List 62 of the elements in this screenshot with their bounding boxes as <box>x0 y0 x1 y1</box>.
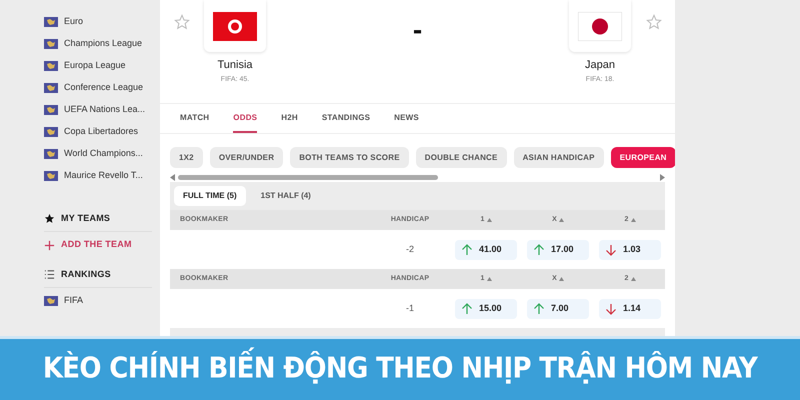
market-chip[interactable]: BOTH TEAMS TO SCORE <box>290 147 409 168</box>
sidebar-item[interactable]: FIFA <box>64 294 84 308</box>
sidebar-item[interactable]: Europa League <box>64 59 126 73</box>
sidebar-item[interactable]: UEFA Nations Lea... <box>64 103 146 117</box>
team-name: Japan <box>585 58 615 73</box>
section-title: RANKINGS <box>61 268 111 281</box>
team-name: Tunisia <box>217 58 253 73</box>
tab[interactable]: STANDINGS <box>322 104 370 133</box>
tab[interactable]: H2H <box>281 104 298 133</box>
league-flag-icon <box>44 39 58 49</box>
market-chip[interactable]: 1X2 <box>170 147 203 168</box>
odds-button[interactable]: 41.00 <box>455 240 517 260</box>
market-chip[interactable]: EUROPEAN <box>610 147 675 168</box>
handicap-value: -2 <box>406 242 414 256</box>
market-chip[interactable]: ASIAN HANDICAP <box>514 147 604 168</box>
market-chip[interactable]: OVER/UNDER <box>210 147 284 168</box>
star-icon[interactable] <box>174 14 190 30</box>
sort-icon <box>558 218 564 222</box>
tab[interactable]: NEWS <box>394 104 419 133</box>
tab[interactable]: MATCH <box>180 104 210 133</box>
star-icon[interactable] <box>646 14 662 30</box>
section-title: MY TEAMS <box>61 212 110 225</box>
league-flag-icon <box>44 127 58 137</box>
league-flag-icon <box>44 171 58 181</box>
scrollbar-thumb[interactable] <box>178 174 438 180</box>
sidebar-item[interactable]: Champions League <box>64 37 142 51</box>
tab[interactable]: ODDS <box>233 104 258 133</box>
list-icon <box>44 269 55 280</box>
sort-icon <box>630 277 636 281</box>
league-flag-icon <box>44 149 58 159</box>
period-tab[interactable]: 1ST HALF (4) <box>252 186 320 206</box>
league-flag-icon <box>44 83 58 93</box>
scroll-right-icon[interactable] <box>660 174 665 180</box>
odds-button[interactable]: 1.14 <box>599 298 661 318</box>
sidebar-item[interactable]: Maurice Revello T... <box>64 169 143 183</box>
league-flag-icon <box>44 105 58 115</box>
banner-title: KÈO CHÍNH BIẾN ĐỘNG THEO NHỊP TRẬN HÔM NAY <box>42 348 758 391</box>
sidebar-item[interactable]: World Champions... <box>64 147 143 161</box>
sort-icon <box>630 218 636 222</box>
flag-icon <box>213 12 257 40</box>
league-flag-icon <box>44 17 58 27</box>
odds-button[interactable]: 1.03 <box>599 240 661 260</box>
handicap-value: -1 <box>406 302 414 315</box>
star-icon <box>44 213 55 224</box>
add-team-link[interactable]: ADD THE TEAM <box>61 238 132 252</box>
odds-button[interactable]: 15.00 <box>455 298 517 318</box>
odds-button[interactable]: 7.00 <box>527 298 589 318</box>
sort-icon <box>486 218 492 222</box>
score: - <box>412 16 422 44</box>
odds-button[interactable]: 17.00 <box>527 240 589 260</box>
scroll-left-icon[interactable] <box>170 174 175 180</box>
league-flag-icon <box>44 296 58 306</box>
sort-icon <box>486 277 492 281</box>
league-flag-icon <box>44 61 58 71</box>
sidebar-item[interactable]: Conference League <box>64 81 144 95</box>
flag-icon <box>578 12 622 40</box>
period-tab[interactable]: FULL TIME (5) <box>174 186 246 206</box>
sidebar-item[interactable]: Euro <box>64 15 84 29</box>
market-chip[interactable]: DOUBLE CHANCE <box>416 147 507 168</box>
sidebar-item[interactable]: Copa Libertadores <box>64 125 138 139</box>
plus-icon <box>44 240 55 250</box>
sort-icon <box>558 277 564 281</box>
